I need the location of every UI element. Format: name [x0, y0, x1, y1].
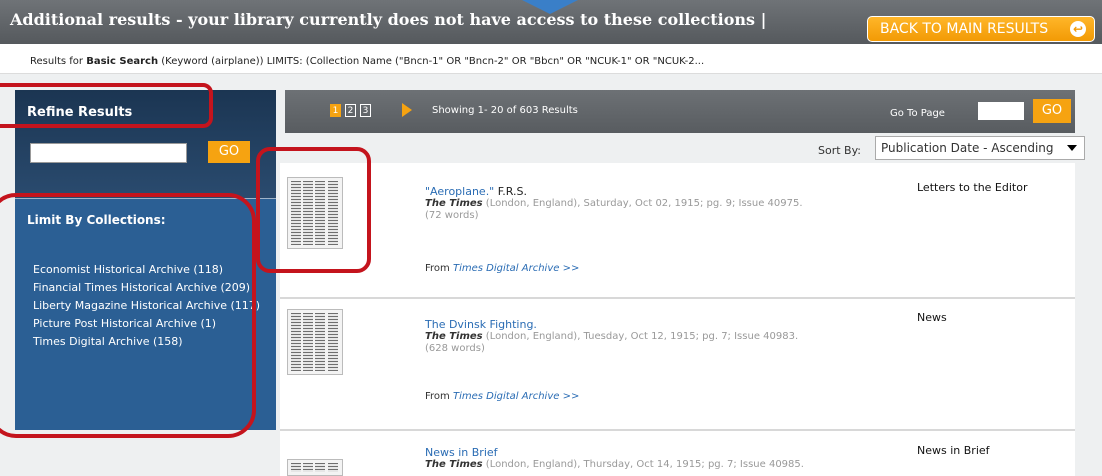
sidebar-divider	[15, 198, 276, 199]
page-link[interactable]: 1	[330, 104, 341, 117]
from-label: From	[425, 391, 453, 402]
document-type: News in Brief	[917, 444, 990, 457]
result-details: (London, England), Thursday, Oct 14, 191…	[482, 459, 804, 470]
from-label: From	[425, 263, 453, 274]
result-title: News in Brief	[425, 446, 498, 459]
result-row: News in Brief The Times (London, England…	[280, 431, 1075, 476]
article-thumbnail[interactable]	[287, 177, 343, 249]
go-to-page-label: Go To Page	[890, 108, 945, 119]
publication-name: The Times	[425, 198, 483, 209]
page-link[interactable]: 2	[345, 104, 356, 117]
result-collection: From Times Digital Archive >>	[425, 391, 579, 402]
result-title-link[interactable]: "Aeroplane." F.R.S.	[425, 185, 527, 198]
refine-results-title: Refine Results	[27, 105, 133, 120]
publication-name: The Times	[425, 331, 483, 342]
search-summary-prefix: Results for	[30, 56, 87, 67]
result-details: (London, England), Saturday, Oct 02, 191…	[482, 198, 803, 209]
refine-search-input[interactable]	[30, 143, 187, 163]
search-summary: Results for Basic Search (Keyword (airpl…	[0, 44, 1102, 74]
result-row: The Dvinsk Fighting. The Times (London, …	[280, 299, 1075, 429]
sort-selected-value: Publication Date - Ascending	[881, 141, 1054, 155]
collection-link[interactable]: Economist Historical Archive (118)	[33, 262, 273, 277]
word-count: (72 words)	[425, 210, 479, 221]
article-thumbnail[interactable]	[287, 309, 343, 375]
collection-link[interactable]: Financial Times Historical Archive (209)	[33, 280, 273, 295]
result-collection: From Times Digital Archive >>	[425, 263, 579, 274]
results-count: Showing 1- 20 of 603 Results	[432, 105, 578, 116]
collection-archive-link[interactable]: Times Digital Archive >>	[453, 391, 579, 402]
sort-select[interactable]: Publication Date - Ascending	[875, 136, 1085, 160]
limit-by-collections-title: Limit By Collections:	[27, 213, 166, 227]
circular-arrow-icon: ↩	[1070, 21, 1086, 37]
article-thumbnail[interactable]	[287, 459, 343, 476]
refine-search-panel: Refine Results GO	[15, 90, 276, 198]
result-title: "Aeroplane."	[425, 185, 495, 198]
collection-link[interactable]: Liberty Magazine Historical Archive (117…	[33, 298, 273, 313]
word-count: (628 words)	[425, 343, 485, 354]
result-title-link[interactable]: News in Brief	[425, 446, 498, 459]
result-author: F.R.S.	[494, 185, 528, 198]
result-row: "Aeroplane." F.R.S. The Times (London, E…	[280, 163, 1075, 297]
results-header-bar: 1 2 3 Showing 1- 20 of 603 Results Go To…	[285, 90, 1075, 133]
result-title-link[interactable]: The Dvinsk Fighting.	[425, 318, 537, 331]
collections-list: Economist Historical Archive (118) Finan…	[33, 262, 273, 352]
collection-archive-link[interactable]: Times Digital Archive >>	[453, 263, 579, 274]
result-source: The Times (London, England), Thursday, O…	[425, 459, 895, 471]
chevron-down-icon	[1067, 145, 1077, 151]
result-details: (London, England), Tuesday, Oct 12, 1915…	[482, 331, 799, 342]
back-button-label: BACK TO MAIN RESULTS	[880, 21, 1049, 37]
back-to-main-results-button[interactable]: BACK TO MAIN RESULTS ↩	[867, 16, 1095, 42]
document-type: News	[917, 311, 947, 324]
page-title: Additional results - your library curren…	[10, 10, 767, 29]
result-title: The Dvinsk Fighting.	[425, 318, 537, 331]
next-page-icon[interactable]	[402, 103, 412, 117]
sort-by-label: Sort By:	[818, 144, 862, 157]
collection-link[interactable]: Picture Post Historical Archive (1)	[33, 316, 273, 331]
collection-link[interactable]: Times Digital Archive (158)	[33, 334, 273, 349]
result-source: The Times (London, England), Tuesday, Oc…	[425, 331, 895, 355]
search-type: Basic Search	[86, 56, 159, 67]
refine-go-button[interactable]: GO	[208, 141, 250, 163]
page-link[interactable]: 3	[360, 104, 371, 117]
result-source: The Times (London, England), Saturday, O…	[425, 198, 895, 222]
go-to-page-button[interactable]: GO	[1033, 99, 1071, 123]
go-to-page-input[interactable]	[978, 102, 1024, 120]
refine-sidebar: Refine Results GO Limit By Collections: …	[15, 90, 276, 430]
publication-name: The Times	[425, 459, 483, 470]
search-query: (Keyword (airplane)) LIMITS: (Collection…	[158, 56, 705, 67]
document-type: Letters to the Editor	[917, 181, 1028, 194]
